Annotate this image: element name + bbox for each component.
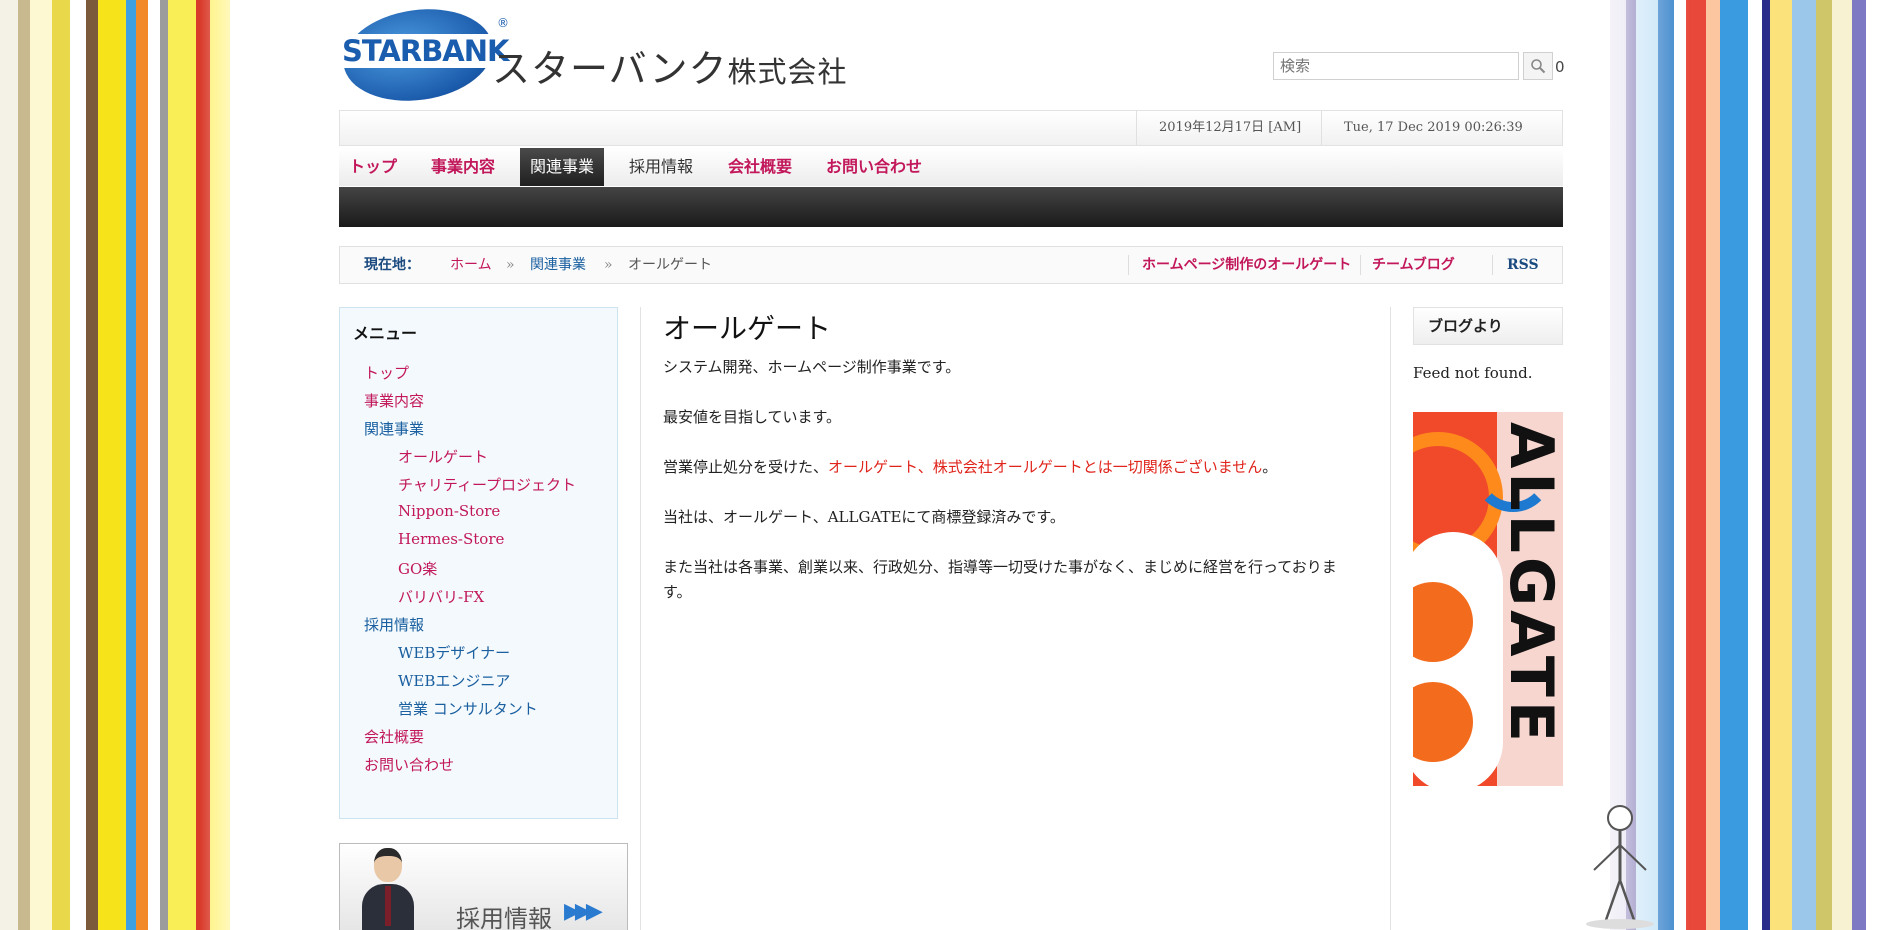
- paragraph: また当社は各事業、創業以来、行政処分、指導等一切受けた事がなく、まじめに経営を行…: [663, 558, 1337, 601]
- site-logo[interactable]: STARBANK ® スターバンク株式会社: [337, 0, 899, 111]
- decorative-stripes-right: [1570, 0, 1901, 930]
- search-button[interactable]: [1523, 52, 1553, 80]
- paragraph: システム開発、ホームページ制作事業です。: [663, 358, 961, 376]
- nav-related[interactable]: 関連事業: [520, 148, 605, 186]
- feed-status: Feed not found.: [1413, 364, 1533, 382]
- disclaimer-text: オールゲート、株式会社オールゲートとは一切関係ございません: [828, 458, 1263, 476]
- date-japanese: 2019年12月17日 [AM]: [1136, 111, 1323, 145]
- link-rss[interactable]: RSS: [1507, 247, 1539, 283]
- sidebar-item-company[interactable]: 会社概要: [364, 726, 424, 747]
- logo-registered-mark: ®: [497, 16, 509, 30]
- sidebar-title: メニュー: [353, 324, 418, 343]
- logo-company-name: スターバンク株式会社: [492, 46, 848, 95]
- search-count: 0: [1555, 58, 1565, 76]
- column-divider: [1390, 307, 1391, 930]
- link-homepage-production[interactable]: ホームページ制作のオールゲート: [1142, 247, 1351, 283]
- breadcrumb: 現在地： ホーム » 関連事業 » オールゲート ホームページ制作のオールゲート…: [339, 246, 1563, 284]
- sidebar-menu: メニュー トップ 事業内容 関連事業 オールゲート チャリティープロジェクト N…: [339, 307, 618, 819]
- breadcrumb-home[interactable]: ホーム: [450, 247, 492, 283]
- sidebar-item-recruit[interactable]: 採用情報: [364, 614, 424, 635]
- logo-company-suffix: 株式会社: [727, 55, 848, 89]
- sidebar-item-related[interactable]: 関連事業: [364, 418, 424, 439]
- paragraph: 最安値を目指しています。: [663, 408, 842, 426]
- paragraph: 営業停止処分を受けた、オールゲート、株式会社オールゲートとは一切関係ございません…: [663, 455, 1363, 480]
- breadcrumb-label: 現在地：: [364, 257, 420, 273]
- sidebar-item-goraku[interactable]: GO楽: [398, 558, 437, 579]
- link-team-blog[interactable]: チームブログ: [1372, 247, 1455, 283]
- allgate-banner[interactable]: ALLGATE: [1413, 412, 1563, 786]
- sidebar-item-business[interactable]: 事業内容: [364, 390, 424, 411]
- divider: [1128, 255, 1129, 275]
- search-form: [1273, 52, 1557, 82]
- nav-recruit[interactable]: 採用情報: [619, 148, 703, 186]
- main-nav: トップ 事業内容 関連事業 採用情報 会社概要 お問い合わせ: [339, 148, 1563, 186]
- divider: [1360, 255, 1361, 275]
- arrow-icon: ▶▶▶: [564, 899, 603, 924]
- sidebar-item-hermes-store[interactable]: Hermes-Store: [398, 530, 504, 548]
- allgate-logo-text: ALLGATE: [1496, 422, 1563, 746]
- decorative-stripes-left: [0, 0, 290, 930]
- paragraph-text: 営業停止処分を受けた、: [663, 458, 829, 476]
- sidebar-item-contact[interactable]: お問い合わせ: [364, 754, 454, 775]
- sidebar-item-web-engineer[interactable]: WEBエンジニア: [398, 670, 510, 691]
- paragraph-text: 。: [1262, 458, 1278, 476]
- sidebar-item-web-designer[interactable]: WEBデザイナー: [398, 642, 510, 663]
- nav-top[interactable]: トップ: [339, 148, 407, 186]
- figure-illustration-icon: [1586, 805, 1654, 929]
- search-icon: [1531, 59, 1546, 74]
- date-english: Tue, 17 Dec 2019 00:26:39 +0000: [1321, 111, 1562, 169]
- nav-business[interactable]: 事業内容: [421, 148, 505, 186]
- search-input[interactable]: [1273, 52, 1519, 80]
- blog-section-title: ブログより: [1413, 307, 1563, 345]
- breadcrumb-current: オールゲート: [628, 257, 712, 273]
- nav-contact[interactable]: お問い合わせ: [816, 148, 932, 186]
- logo-wordmark: STARBANK: [339, 34, 512, 68]
- sidebar-item-allgate[interactable]: オールゲート: [398, 446, 488, 467]
- breadcrumb-parent[interactable]: 関連事業: [530, 247, 586, 283]
- person-image: [362, 848, 414, 930]
- sidebar-item-baribari-fx[interactable]: バリバリ-FX: [398, 586, 484, 607]
- page-title: オールゲート: [663, 312, 832, 345]
- banner-label: 採用情報: [456, 905, 552, 930]
- paragraph: 当社は、オールゲート、ALLGATEにて商標登録済みです。: [663, 508, 1065, 526]
- sub-nav-bar: [339, 187, 1563, 227]
- page-container: STARBANK ® スターバンク株式会社 0 2019年12月17日 [AM]…: [337, 0, 1565, 930]
- breadcrumb-sep: »: [604, 257, 613, 273]
- nav-company[interactable]: 会社概要: [718, 148, 802, 186]
- sidebar-item-top[interactable]: トップ: [364, 362, 409, 383]
- sidebar-item-sales-consultant[interactable]: 営業 コンサルタント: [398, 698, 538, 719]
- sidebar-item-charity[interactable]: チャリティープロジェクト: [398, 474, 576, 495]
- recruit-banner[interactable]: 採用情報 ▶▶▶: [339, 843, 628, 930]
- logo-company-main: スターバンク: [492, 47, 728, 91]
- breadcrumb-sep: »: [506, 257, 515, 273]
- date-bar: 2019年12月17日 [AM] Tue, 17 Dec 2019 00:26:…: [339, 110, 1563, 169]
- divider: [1492, 255, 1493, 275]
- sidebar-item-nippon-store[interactable]: Nippon-Store: [398, 502, 500, 520]
- column-divider: [640, 307, 641, 930]
